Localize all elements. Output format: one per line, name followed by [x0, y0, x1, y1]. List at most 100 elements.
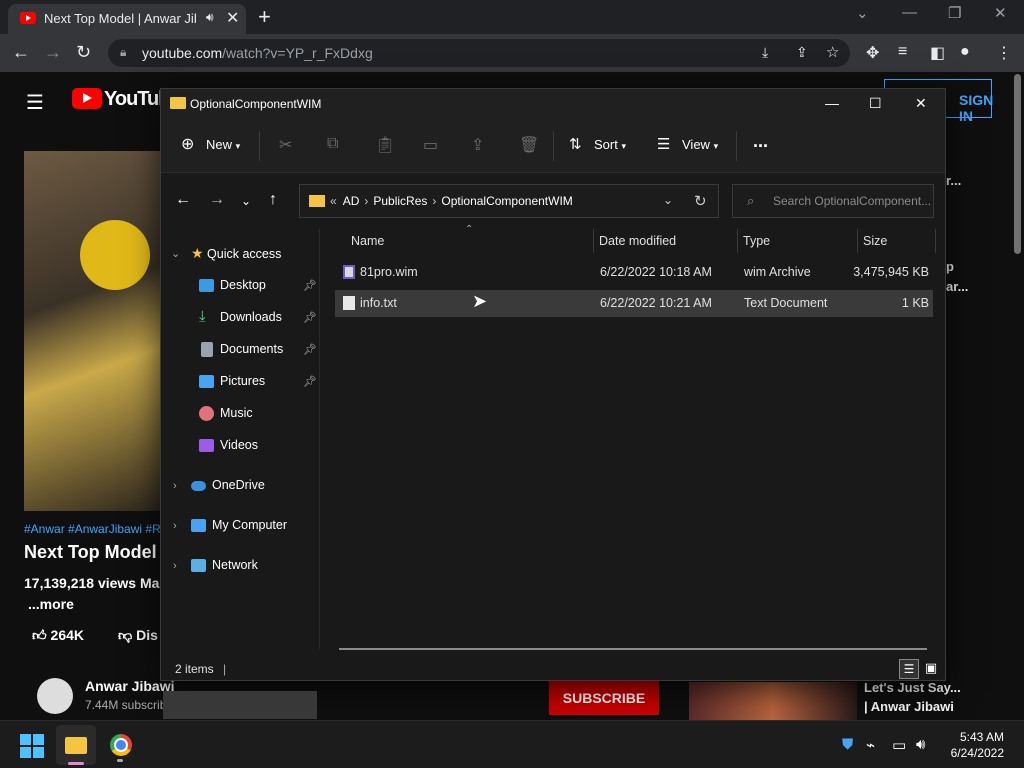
column-divider[interactable]	[935, 229, 936, 253]
nav-pictures[interactable]: Pictures	[220, 374, 265, 388]
extensions-icon[interactable]: ✥	[866, 43, 879, 63]
recommended-title-cut[interactable]: r...	[946, 173, 961, 188]
youtube-logo-icon[interactable]	[72, 88, 102, 109]
volume-icon[interactable]: 🔊︎	[916, 736, 925, 753]
forward-icon[interactable]: →	[209, 191, 225, 209]
nav-downloads[interactable]: Downloads	[220, 310, 282, 324]
breadcrumb-current[interactable]: OptionalComponentWIM	[441, 194, 572, 208]
minimize-button[interactable]: —	[825, 95, 839, 111]
taskbar-chrome-icon[interactable]	[110, 734, 132, 756]
nav-music[interactable]: Music	[220, 406, 253, 420]
sort-button[interactable]: Sort ▾	[594, 137, 626, 152]
show-more-link[interactable]: ...more	[28, 596, 74, 612]
paste-icon[interactable]: 📋︎	[375, 135, 395, 155]
breadcrumb-publicres[interactable]: PublicRes	[373, 194, 427, 208]
breadcrumb[interactable]: « AD › PublicRes › OptionalComponentWIM	[330, 194, 573, 208]
browser-tab[interactable]: Next Top Model | Anwar Jiba 🔊︎ ✕	[8, 4, 246, 34]
copy-icon[interactable]: ⧉	[327, 135, 338, 153]
like-button[interactable]: 👍︎ 264K	[32, 627, 84, 644]
cut-icon[interactable]: ✂	[279, 135, 292, 155]
chevron-down-icon[interactable]: ⌄	[171, 247, 180, 260]
tiles-view-icon[interactable]: ▣	[921, 659, 941, 679]
column-divider[interactable]	[857, 229, 858, 253]
close-tab-icon[interactable]: ✕	[226, 8, 239, 28]
file-row[interactable]: 81pro.wim 6/22/2022 10:18 AM wim Archive…	[335, 259, 933, 286]
new-icon[interactable]: ⊕	[181, 134, 194, 154]
close-browser-button[interactable]: ✕	[994, 4, 1007, 22]
column-divider[interactable]	[737, 229, 738, 253]
security-shield-icon[interactable]: ⛊	[842, 736, 853, 753]
start-icon[interactable]	[20, 734, 44, 758]
back-icon[interactable]: ←	[12, 42, 30, 63]
refresh-icon[interactable]: ↻	[694, 192, 707, 210]
forward-icon[interactable]: →	[44, 42, 62, 63]
page-scrollbar[interactable]	[1012, 72, 1024, 720]
nav-my-computer[interactable]: My Computer	[212, 518, 287, 532]
recommended-title-cut[interactable]: ar...	[946, 279, 968, 294]
column-type[interactable]: Type	[743, 234, 770, 248]
speaker-icon[interactable]: 🔊︎	[206, 10, 214, 25]
column-name[interactable]: Name	[351, 234, 384, 248]
nav-videos[interactable]: Videos	[220, 438, 258, 452]
delete-icon[interactable]: 🗑︎	[519, 135, 539, 155]
address-bar[interactable]: « AD › PublicRes › OptionalComponentWIM ⌄ ↻	[299, 184, 719, 218]
new-tab-button[interactable]: +	[258, 4, 271, 30]
recent-locations-icon[interactable]: ⌄	[241, 194, 251, 208]
nav-desktop[interactable]: Desktop	[220, 278, 266, 292]
scrollbar-thumb[interactable]	[1014, 74, 1021, 254]
install-icon[interactable]: ⤓	[762, 44, 768, 61]
nav-quick-access[interactable]: ★ Quick access	[191, 245, 281, 262]
hamburger-menu-icon[interactable]: ☰	[26, 90, 44, 115]
see-more-button[interactable]: ...	[753, 131, 768, 152]
network-status-icon[interactable]: ⌁	[866, 736, 875, 754]
sort-icon[interactable]: ⇅	[569, 135, 582, 153]
pane-divider[interactable]	[319, 229, 320, 649]
media-control-icon[interactable]: ≡	[898, 43, 907, 61]
view-button[interactable]: View ▾	[682, 137, 718, 152]
minimize-browser-button[interactable]: —	[902, 4, 917, 21]
dislike-button[interactable]: 👎︎ Dis	[118, 627, 158, 644]
share-icon[interactable]: ⇪	[471, 135, 484, 155]
video-player[interactable]	[24, 151, 164, 511]
address-bar[interactable]: 🔒︎ youtube.com/watch?v=YP_r_FxDdxg ⤓ ⇪ ☆	[108, 39, 850, 67]
nav-network[interactable]: Network	[212, 558, 258, 572]
tab-search-icon[interactable]: ⌄	[856, 4, 869, 22]
details-view-icon[interactable]: ☰	[899, 659, 919, 679]
overflow-icon[interactable]: «	[330, 194, 337, 208]
side-panel-icon[interactable]: ◧	[930, 43, 945, 63]
video-hashtags[interactable]: #Anwar #AnwarJibawi #R	[24, 522, 161, 536]
search-box[interactable]: ⌕ Search OptionalComponent...	[732, 184, 934, 218]
column-divider[interactable]	[593, 229, 594, 253]
display-icon[interactable]: ▭	[892, 736, 906, 754]
profile-icon[interactable]: ●	[960, 43, 970, 61]
breadcrumb-ad[interactable]: AD	[343, 194, 360, 208]
chevron-right-icon[interactable]: ›	[173, 520, 177, 532]
chevron-down-icon[interactable]: ⌄	[663, 193, 673, 207]
recommended-title[interactable]: Let's Just Say... | Anwar Jibawi	[864, 678, 961, 716]
bookmark-star-icon[interactable]: ☆	[826, 43, 839, 61]
chrome-menu-icon[interactable]: ⋮	[996, 43, 1012, 63]
rename-icon[interactable]: ▭	[423, 135, 438, 155]
chevron-right-icon[interactable]: ›	[173, 560, 177, 572]
taskbar-file-explorer-icon[interactable]	[56, 725, 96, 765]
restore-browser-button[interactable]: ❐	[948, 4, 961, 22]
up-icon[interactable]: ↑	[269, 191, 277, 209]
channel-avatar[interactable]	[37, 678, 73, 714]
pin-icon[interactable]: 📌︎	[303, 343, 317, 356]
new-button[interactable]: New ▾	[206, 137, 240, 152]
nav-documents[interactable]: Documents	[220, 342, 283, 356]
back-icon[interactable]: ←	[175, 191, 191, 209]
subscribe-button[interactable]: SUBSCRIBE	[549, 681, 659, 715]
recommended-title-cut[interactable]: p	[946, 259, 954, 274]
chevron-right-icon[interactable]: ›	[173, 480, 177, 492]
pin-icon[interactable]: 📌︎	[303, 279, 317, 292]
maximize-button[interactable]: ☐	[869, 95, 882, 112]
pin-icon[interactable]: 📌︎	[303, 375, 317, 388]
column-size[interactable]: Size	[863, 234, 887, 248]
column-date-modified[interactable]: Date modified	[599, 234, 676, 248]
lock-icon[interactable]: 🔒︎	[120, 45, 126, 60]
view-icon[interactable]: ☰	[657, 135, 670, 153]
recommended-thumbnail[interactable]	[689, 682, 857, 720]
share-icon[interactable]: ⇪	[796, 44, 808, 61]
pin-icon[interactable]: 📌︎	[303, 311, 317, 324]
